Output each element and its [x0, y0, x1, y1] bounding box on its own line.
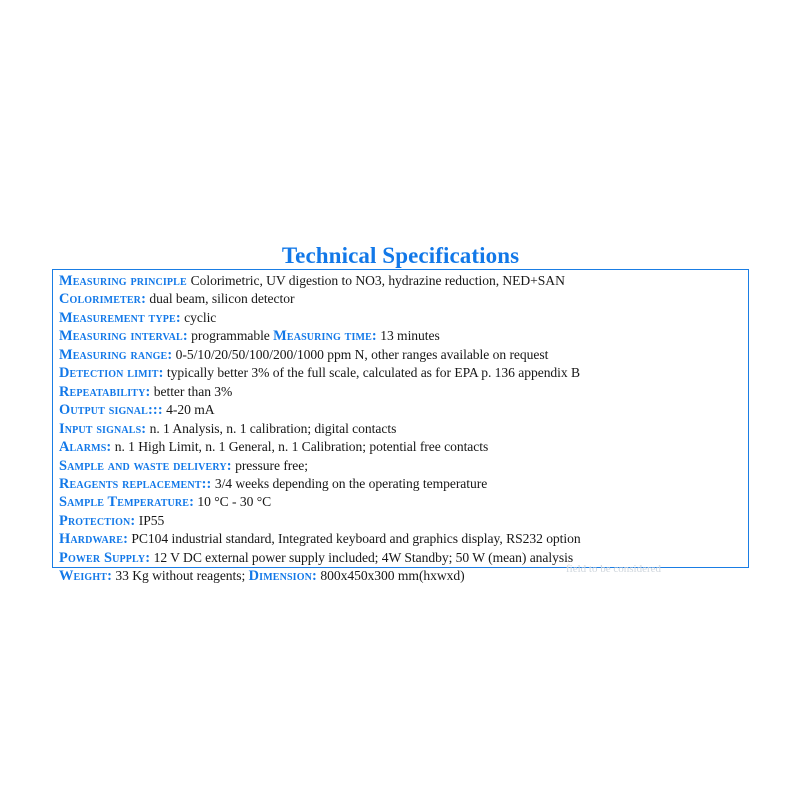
spec-row: Measuring interval: programmable Measuri… [59, 327, 748, 345]
spec-value: n. 1 High Limit, n. 1 General, n. 1 Cali… [111, 439, 489, 455]
spec-label: Weight [59, 568, 108, 585]
spec-label: Hardware [59, 531, 124, 548]
spec-label: Input signals [59, 420, 142, 437]
spec-row: Sample Temperature: 10 °C - 30 °C [59, 493, 748, 511]
spec-label: Measuring principle [59, 273, 187, 289]
spec-row: Measuring principle Colorimetric, UV dig… [59, 272, 748, 290]
spec-row: Measurement type: cyclic [59, 309, 748, 327]
spec-label: Measurement type [59, 309, 176, 326]
spec-value: 33 Kg without reagents; [112, 568, 249, 584]
spec-value: PC104 industrial standard, Integrated ke… [128, 531, 581, 547]
spec-row: Alarms: n. 1 High Limit, n. 1 General, n… [59, 438, 748, 456]
spec-label: Colorimeter [59, 291, 142, 308]
spec-value: 12 V DC external power supply included; … [150, 549, 574, 565]
spec-value: 0-5/10/20/50/100/200/1000 ppm N, other r… [172, 346, 549, 362]
spec-value: better than 3% [150, 383, 233, 399]
spec-row: Sample and waste delivery: pressure free… [59, 457, 748, 475]
spec-row: Hardware: PC104 industrial standard, Int… [59, 530, 748, 548]
spec-row: Input signals: n. 1 Analysis, n. 1 calib… [59, 420, 748, 438]
document-page: Technical Specifications Measuring princ… [0, 0, 800, 800]
spec-separator: ::: [147, 402, 163, 419]
spec-value: cyclic [180, 309, 217, 325]
spec-label-secondary: Measuring time [273, 328, 372, 345]
specifications-table: Measuring principle Colorimetric, UV dig… [52, 269, 749, 584]
spec-label: Sample and waste delivery [59, 457, 227, 474]
spec-label-secondary: Dimension [248, 568, 313, 585]
spec-separator: :: [201, 475, 212, 492]
spec-label: Measuring interval [59, 328, 183, 345]
spec-value: IP55 [135, 512, 165, 528]
spec-label: Repeatability [59, 383, 146, 400]
spec-row: Measuring range: 0-5/10/20/50/100/200/10… [59, 346, 748, 364]
spec-row: Colorimeter: dual beam, silicon detector [59, 290, 748, 308]
spec-value: 3/4 weeks depending on the operating tem… [211, 475, 488, 491]
spec-row: Output signal::: 4-20 mA [59, 401, 748, 419]
spec-label: Measuring range [59, 346, 168, 363]
spec-value: pressure free; [231, 457, 308, 473]
spec-value: programmable [187, 328, 274, 344]
page-title: Technical Specifications [281, 243, 520, 268]
spec-row: Reagents replacement:: 3/4 weeks dependi… [59, 475, 748, 493]
spec-label: Sample Temperature [59, 494, 190, 511]
spec-value: 4-20 mA [162, 402, 215, 418]
spec-label: Detection limit [59, 365, 159, 382]
spec-value: 10 °C - 30 °C [194, 494, 272, 510]
spec-value: Colorimetric, UV digestion to NO3, hydra… [190, 273, 565, 288]
spec-label: Output signal [59, 402, 148, 419]
spec-value-secondary: 800x450x300 mm(hxwxd) [316, 568, 465, 584]
spec-label: Protection [59, 512, 131, 529]
spec-label: Reagents replacement [59, 475, 202, 492]
spec-value-secondary: 13 minutes [376, 328, 440, 344]
spec-value: n. 1 Analysis, n. 1 calibration; digital… [146, 420, 397, 436]
spec-row: Detection limit: typically better 3% of … [59, 364, 748, 382]
spec-label: Alarms [59, 439, 107, 456]
spec-label: Power Supply [59, 549, 146, 566]
spec-row: Repeatability: better than 3% [59, 383, 748, 401]
spec-row: Protection: IP55 [59, 512, 748, 530]
footer-text-remnant: field to be considered [566, 563, 661, 572]
spec-value: dual beam, silicon detector [146, 291, 295, 307]
spec-value: typically better 3% of the full scale, c… [163, 365, 581, 381]
